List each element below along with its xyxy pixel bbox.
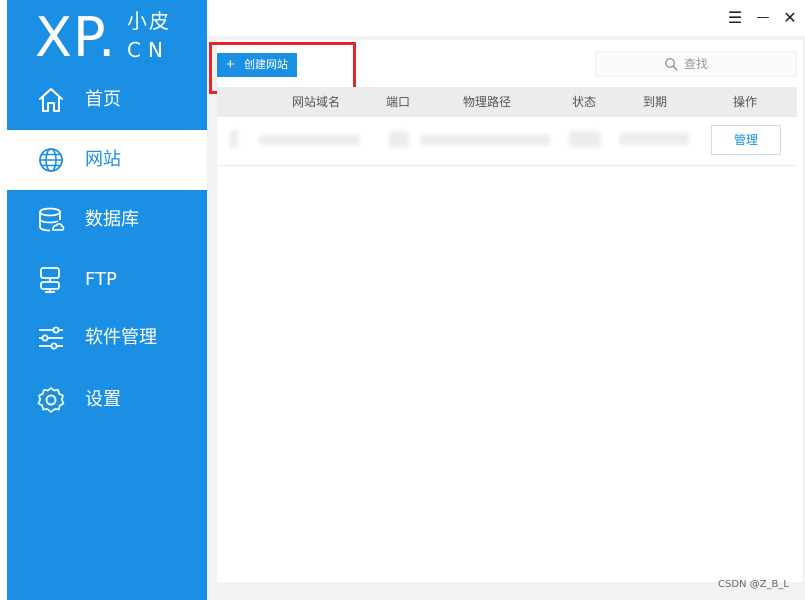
sidebar-item-label: 数据库 bbox=[85, 209, 139, 230]
title-bar: ☰ — ✕ bbox=[207, 0, 805, 36]
table-header: 网站域名 端口 物理路径 状态 到期 操作 bbox=[217, 87, 797, 117]
server-icon bbox=[40, 267, 60, 293]
database-icon bbox=[39, 207, 65, 232]
search-input[interactable]: 查找 bbox=[595, 51, 797, 77]
column-domain: 网站域名 bbox=[292, 95, 341, 109]
column-path: 物理路径 bbox=[463, 95, 512, 109]
sidebar-item-software[interactable]: 软件管理 bbox=[7, 308, 207, 368]
redacted-cell bbox=[619, 133, 689, 145]
column-expiry: 到期 bbox=[643, 95, 668, 109]
sidebar-item-label: 设置 bbox=[85, 389, 121, 410]
redacted-cell bbox=[230, 130, 238, 148]
table-row bbox=[217, 117, 797, 166]
menu-icon[interactable]: ☰ bbox=[725, 8, 745, 28]
watermark: CSDN @Z_B_L bbox=[718, 579, 789, 590]
gear-icon bbox=[37, 387, 65, 413]
home-icon bbox=[39, 88, 63, 112]
column-actions: 操作 bbox=[733, 95, 758, 109]
minimize-icon[interactable]: — bbox=[753, 8, 773, 28]
redacted-cell bbox=[420, 135, 550, 145]
search-icon bbox=[664, 57, 678, 71]
redacted-cell bbox=[569, 131, 601, 147]
logo-brand: XP. bbox=[35, 6, 117, 69]
redacted-cell bbox=[259, 135, 359, 145]
logo-cn-text: 小皮 bbox=[127, 9, 171, 33]
sidebar: XP. 小皮 CN 首页 网站 数据库 FTP 软件管理 设置 bbox=[0, 0, 207, 600]
sidebar-item-ftp[interactable]: FTP bbox=[7, 250, 207, 310]
close-icon[interactable]: ✕ bbox=[780, 8, 800, 28]
globe-icon bbox=[39, 148, 63, 172]
manage-button[interactable]: 管理 bbox=[711, 125, 781, 155]
sidebar-item-label: 网站 bbox=[85, 149, 121, 170]
sidebar-item-website[interactable]: 网站 bbox=[0, 130, 207, 190]
sidebar-item-label: 软件管理 bbox=[85, 327, 157, 348]
sidebar-item-label: FTP bbox=[85, 269, 117, 290]
sidebar-item-database[interactable]: 数据库 bbox=[7, 190, 207, 250]
column-port: 端口 bbox=[386, 95, 411, 109]
logo-cn-domain: CN bbox=[127, 38, 170, 62]
logo: XP. 小皮 CN bbox=[7, 0, 207, 70]
search-placeholder: 查找 bbox=[684, 57, 709, 71]
column-status: 状态 bbox=[572, 95, 597, 109]
redacted-cell bbox=[389, 131, 409, 147]
sliders-icon bbox=[39, 326, 63, 350]
sidebar-item-label: 首页 bbox=[85, 89, 121, 110]
sidebar-item-home[interactable]: 首页 bbox=[7, 70, 207, 130]
sidebar-item-settings[interactable]: 设置 bbox=[7, 370, 207, 430]
